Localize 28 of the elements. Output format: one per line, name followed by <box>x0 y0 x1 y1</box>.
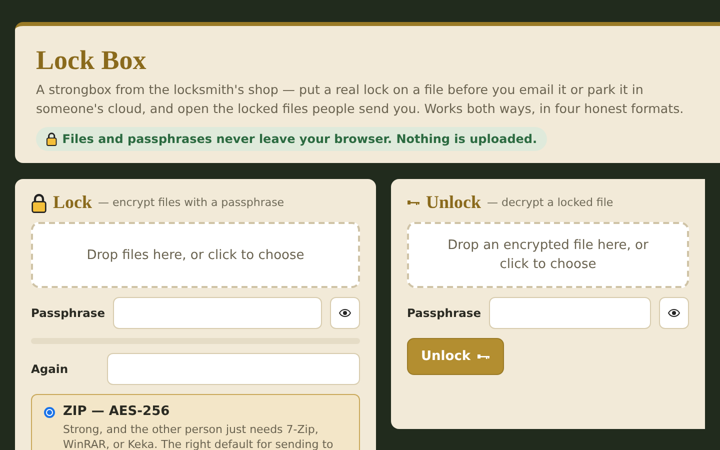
format-description: Strong, and the other person just needs 7-Zip, WinRAR, or Keka. The right default for sending to <box>63 422 334 450</box>
format-option[interactable]: ZIP — AES-256 Strong, and the other person just needs 7-Zip, WinRAR, or Keka. The right default for sending to <box>31 394 360 450</box>
eye-icon <box>668 309 680 317</box>
eye-icon <box>339 309 351 317</box>
privacy-text: Files and passphrases never leave your browser. Nothing is uploaded. <box>62 132 538 146</box>
panel-subtitle: — decrypt a locked file <box>487 196 614 209</box>
passphrase-field[interactable] <box>113 297 322 329</box>
file-dropzone[interactable]: Drop an encrypted file here, or click to choose <box>407 222 689 288</box>
panel-title: Lock <box>53 192 92 213</box>
panel-subtitle: — encrypt files with a passphrase <box>98 196 284 209</box>
app-title: Lock Box <box>36 44 146 76</box>
field-label: Passphrase <box>407 305 482 321</box>
show-password-button[interactable] <box>330 297 360 329</box>
passphrase-field[interactable] <box>489 297 651 329</box>
field-label: Again <box>31 361 70 377</box>
app-description: A strongbox from the locksmith's shop — put a real lock on a file before you email it or park it in someone's cloud, and open the locked files people send you. Works both ways, in four honest formats. <box>36 81 685 118</box>
unlock-button[interactable]: Unlock <box>407 338 504 375</box>
padlock-icon <box>46 132 58 146</box>
field-label: Passphrase <box>31 305 106 321</box>
radio-button[interactable] <box>44 407 55 418</box>
file-dropzone[interactable]: Drop files here, or click to choose <box>31 222 360 288</box>
confirm-passphrase-field[interactable] <box>107 353 360 385</box>
panel-title: Unlock <box>426 192 482 213</box>
key-icon <box>407 199 420 206</box>
padlock-icon <box>31 192 47 212</box>
format-name: ZIP — AES-256 <box>63 404 171 419</box>
key-icon <box>476 353 490 360</box>
show-password-button[interactable] <box>659 297 689 329</box>
